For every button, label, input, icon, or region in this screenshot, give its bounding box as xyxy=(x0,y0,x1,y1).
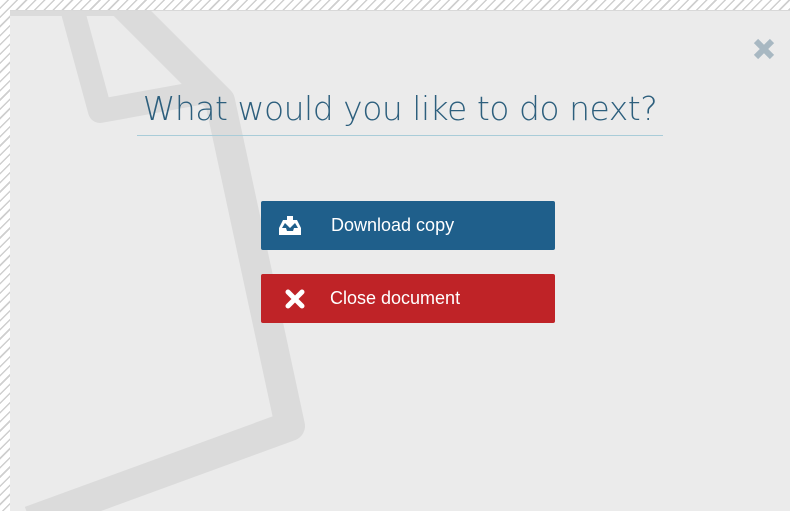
close-document-button[interactable]: Close document xyxy=(261,274,555,323)
close-modal-icon[interactable] xyxy=(753,38,775,60)
modal-title: What would you like to do next? xyxy=(10,89,790,136)
x-icon xyxy=(282,286,308,312)
next-action-modal: What would you like to do next? Download… xyxy=(10,10,790,511)
download-copy-button[interactable]: Download copy xyxy=(261,201,555,250)
document-watermark-icon xyxy=(10,11,305,511)
close-document-label: Close document xyxy=(330,288,461,308)
download-tray-icon xyxy=(277,213,303,239)
download-copy-label: Download copy xyxy=(331,215,455,235)
